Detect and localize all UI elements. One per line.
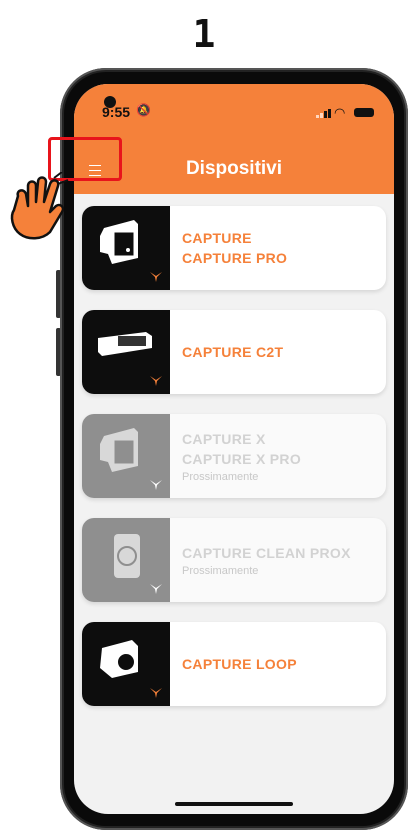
- capture-clean-prox-device-icon: [82, 518, 170, 602]
- signal-icon: [316, 108, 331, 118]
- coming-soon-label: Prossimamente: [182, 471, 259, 483]
- capture-c2t-device-icon: [82, 310, 170, 394]
- brand-logo-icon: [150, 376, 162, 386]
- phone-frame: 9:55 🔕 ◠ Dispositivi CAPTURE CAPTURE PRO…: [60, 68, 408, 830]
- device-card-capture-clean-prox: CAPTURE CLEAN PROX Prossimamente: [82, 518, 386, 602]
- device-card-capture[interactable]: CAPTURE CAPTURE PRO: [82, 206, 386, 290]
- device-name-line: CAPTURE LOOP: [182, 656, 297, 672]
- device-name-line: CAPTURE: [182, 230, 252, 246]
- coming-soon-label: Prossimamente: [182, 565, 259, 577]
- device-card-capture-x: CAPTURE X CAPTURE X PRO Prossimamente: [82, 414, 386, 498]
- brand-logo-icon: [150, 480, 162, 490]
- page-title: Dispositivi: [185, 158, 283, 179]
- brand-logo-icon: [150, 688, 162, 698]
- device-name-line: CAPTURE X: [182, 431, 266, 447]
- device-name-line: CAPTURE C2T: [182, 344, 284, 360]
- device-name-line: CAPTURE CLEAN PROX: [182, 545, 351, 561]
- device-card-capture-c2t[interactable]: CAPTURE C2T: [82, 310, 386, 394]
- device-card-capture-loop[interactable]: CAPTURE LOOP: [82, 622, 386, 706]
- wifi-icon: ◠: [334, 105, 346, 120]
- mute-bell-icon: 🔕: [136, 103, 151, 117]
- brand-logo-icon: [150, 272, 162, 282]
- capture-device-icon: [82, 206, 170, 290]
- status-time: 9:55: [102, 104, 131, 120]
- home-indicator[interactable]: [175, 802, 293, 806]
- app-screen: 9:55 🔕 ◠ Dispositivi CAPTURE CAPTURE PRO…: [74, 84, 394, 814]
- capture-x-device-icon: [82, 414, 170, 498]
- step-number: 1: [192, 12, 216, 56]
- pointing-hand-icon: [10, 172, 69, 240]
- app-header: 9:55 🔕 ◠ Dispositivi: [74, 84, 394, 194]
- capture-loop-device-icon: [82, 622, 170, 706]
- battery-icon: [354, 108, 374, 117]
- brand-logo-icon: [150, 584, 162, 594]
- device-name-line: CAPTURE X PRO: [182, 451, 302, 467]
- status-bar: 9:55 🔕 ◠: [74, 84, 394, 134]
- device-name-line: CAPTURE PRO: [182, 250, 288, 266]
